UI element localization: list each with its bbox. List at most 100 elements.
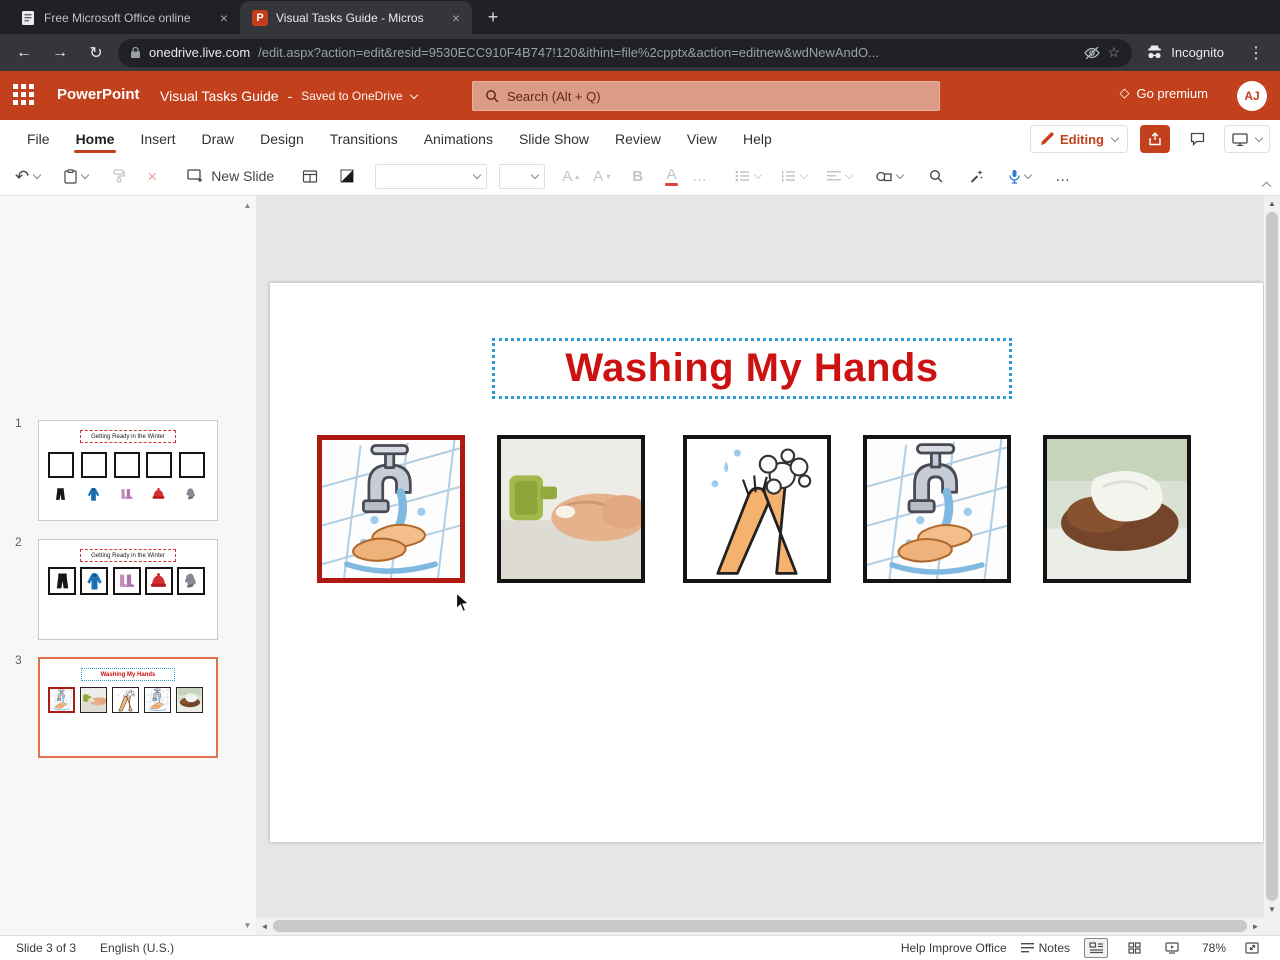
chevron-down-icon [753, 170, 763, 179]
new-slide-button[interactable]: New Slide [182, 162, 279, 190]
bold-button[interactable]: B [627, 162, 648, 190]
scroll-left-icon[interactable]: ◄ [256, 922, 273, 931]
bookmark-star-icon[interactable]: ☆ [1108, 44, 1121, 61]
slide-thumbnail-2[interactable]: Getting Ready in the Winter [38, 539, 218, 640]
editing-mode-button[interactable]: Editing [1029, 125, 1128, 153]
eye-blocked-icon[interactable] [1083, 46, 1100, 60]
app-name: PowerPoint [57, 86, 140, 103]
horizontal-scroll-thumb[interactable] [273, 920, 1247, 932]
chevron-down-icon [799, 170, 809, 179]
lock-icon [130, 46, 141, 59]
slide-image-faucet-hands-1[interactable] [317, 435, 465, 583]
forward-button[interactable]: → [46, 39, 74, 67]
workspace: 1 Getting Ready in the Winter 2 Getting … [0, 196, 1280, 935]
panel-scrollbar[interactable]: ▲ ▼ [240, 197, 255, 934]
undo-button[interactable]: ↶ [10, 162, 45, 190]
chevron-down-icon [472, 170, 482, 179]
back-button[interactable]: ← [10, 39, 38, 67]
horizontal-scrollbar[interactable]: ◄ ► [256, 917, 1264, 935]
format-painter-icon [113, 169, 126, 183]
bullets-button[interactable] [730, 162, 766, 190]
scrollbar-corner [1264, 917, 1280, 935]
slide-image-faucet-hands-2[interactable] [863, 435, 1011, 583]
menu-review[interactable]: Review [602, 120, 674, 157]
snow-pants-icon [53, 487, 68, 502]
slideshow-view-button[interactable] [1160, 938, 1184, 958]
slide-image-scrubbing-hands[interactable] [683, 435, 831, 583]
increase-font-size-button[interactable]: A ▴ [557, 162, 584, 190]
ribbon-right-controls: Editing [1029, 125, 1270, 153]
menu-home[interactable]: Home [63, 120, 128, 157]
fit-slide-button[interactable] [1240, 938, 1264, 958]
find-button[interactable] [924, 162, 948, 190]
menu-slide-show[interactable]: Slide Show [506, 120, 602, 157]
vertical-scrollbar[interactable]: ▲ ▼ [1264, 196, 1280, 917]
app-launcher-button[interactable] [11, 82, 39, 110]
shapes-button[interactable] [871, 162, 908, 190]
more-font-options-button[interactable]: … [687, 162, 712, 190]
search-box[interactable] [472, 81, 940, 111]
browser-tab-office[interactable]: Free Microsoft Office online × [8, 1, 240, 34]
zoom-level[interactable]: 78% [1198, 941, 1226, 955]
close-tab-icon[interactable]: × [216, 10, 232, 26]
present-button[interactable] [1224, 125, 1270, 153]
avatar[interactable]: AJ [1237, 81, 1267, 111]
url-bar[interactable]: onedrive.live.com /edit.aspx?action=edit… [118, 38, 1133, 67]
slide-image-soap-dispenser[interactable] [497, 435, 645, 583]
save-status[interactable]: Saved to OneDrive [301, 89, 418, 103]
paste-button[interactable] [59, 162, 93, 190]
slide-sorter-view-button[interactable] [1122, 938, 1146, 958]
menu-help[interactable]: Help [730, 120, 785, 157]
search-input[interactable] [507, 88, 927, 104]
menu-file[interactable]: File [14, 120, 63, 157]
font-family-select[interactable] [375, 163, 488, 189]
delete-button[interactable]: × [142, 162, 162, 190]
close-tab-icon[interactable]: × [448, 10, 464, 26]
menu-transitions[interactable]: Transitions [317, 120, 411, 157]
comments-button[interactable] [1182, 125, 1212, 153]
new-tab-button[interactable]: + [480, 4, 506, 30]
normal-view-button[interactable] [1084, 938, 1108, 958]
document-title[interactable]: Visual Tasks Guide [160, 88, 279, 104]
designer-button[interactable] [964, 162, 988, 190]
align-button[interactable] [822, 162, 857, 190]
thumb-scrub-image [112, 687, 139, 713]
decrease-font-size-button[interactable]: A ▾ [588, 162, 615, 190]
dictate-button[interactable] [1004, 162, 1036, 190]
share-button[interactable] [1140, 125, 1170, 153]
more-commands-button[interactable]: … [1050, 162, 1075, 190]
document-info: Visual Tasks Guide - Saved to OneDrive [160, 88, 418, 104]
slide-canvas[interactable]: Washing My Hands [270, 283, 1263, 842]
vertical-scroll-thumb[interactable] [1266, 212, 1278, 901]
scroll-up-icon[interactable]: ▲ [244, 197, 252, 214]
language-status[interactable]: English (U.S.) [100, 941, 174, 955]
scroll-right-icon[interactable]: ► [1247, 922, 1264, 931]
menu-design[interactable]: Design [247, 120, 317, 157]
reload-button[interactable]: ↻ [82, 39, 110, 67]
format-painter-button[interactable] [107, 162, 130, 190]
thumbnail-clothing-icons [53, 487, 199, 502]
menu-insert[interactable]: Insert [127, 120, 188, 157]
contrast-square-button[interactable] [335, 162, 359, 190]
font-size-select[interactable] [499, 163, 546, 189]
collapse-ribbon-icon[interactable] [1261, 181, 1272, 192]
scroll-down-icon[interactable]: ▼ [1264, 902, 1280, 917]
help-improve-link[interactable]: Help Improve Office [901, 941, 1007, 955]
slide-thumbnail-3-selected[interactable]: Washing My Hands [38, 657, 218, 758]
layout-button[interactable] [297, 162, 323, 190]
browser-menu-button[interactable]: ⋮ [1242, 39, 1270, 67]
go-premium-button[interactable]: ◇ Go premium [1119, 85, 1208, 101]
font-color-button[interactable]: A [660, 162, 683, 190]
scroll-down-icon[interactable]: ▼ [244, 917, 252, 934]
slide-title-box[interactable]: Washing My Hands [492, 338, 1012, 399]
menu-view[interactable]: View [674, 120, 730, 157]
boots-icon [117, 572, 136, 591]
scroll-up-icon[interactable]: ▲ [1264, 196, 1280, 211]
numbering-button[interactable] [776, 162, 812, 190]
browser-tab-powerpoint[interactable]: P Visual Tasks Guide - Micros × [240, 1, 472, 34]
slide-thumbnail-1[interactable]: Getting Ready in the Winter [38, 420, 218, 521]
slide-image-towel-drying[interactable] [1043, 435, 1191, 583]
menu-draw[interactable]: Draw [188, 120, 247, 157]
notes-toggle[interactable]: Notes [1020, 941, 1070, 955]
menu-animations[interactable]: Animations [411, 120, 506, 157]
